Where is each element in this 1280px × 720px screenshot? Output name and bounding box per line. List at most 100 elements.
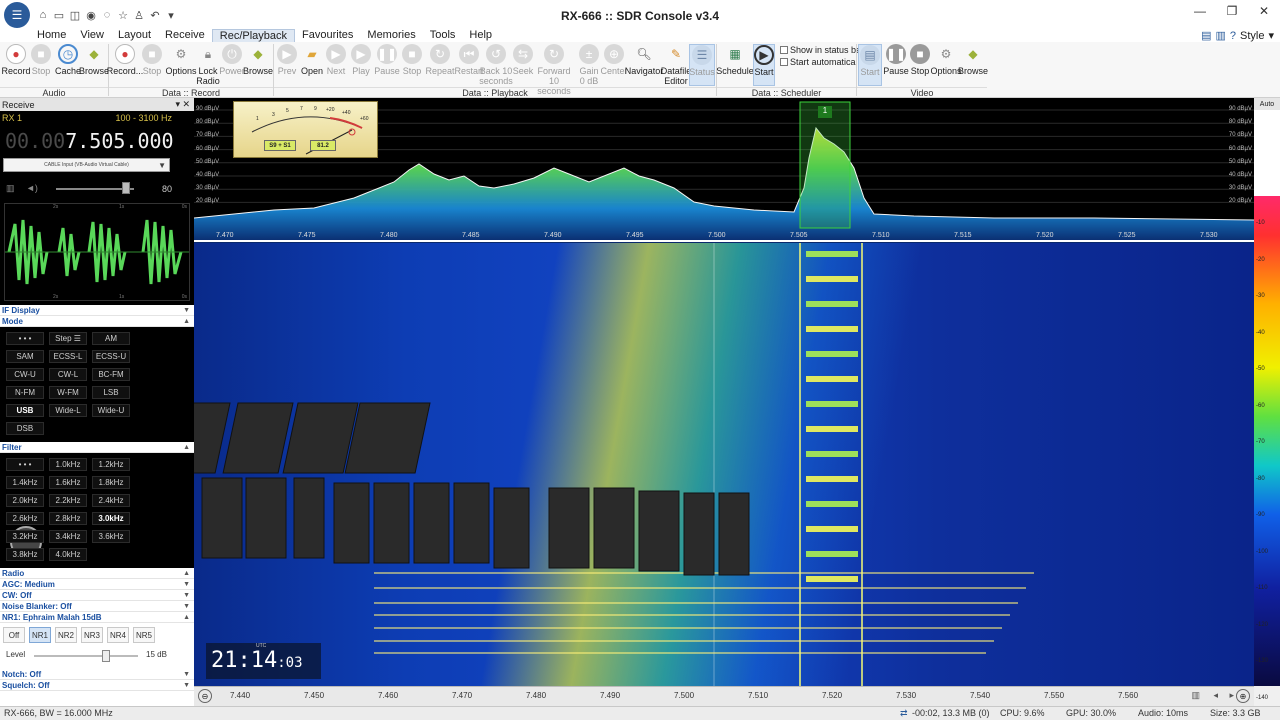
- help-icon[interactable]: ?: [1230, 30, 1236, 42]
- mode-button-wide-l[interactable]: Wide-L: [49, 404, 87, 417]
- stop-icon[interactable]: ◌: [100, 8, 114, 22]
- lock-radio-button[interactable]: 🔒︎ Lock Radio: [196, 44, 220, 86]
- noise-blanker-section[interactable]: Noise Blanker: Off ▼: [0, 601, 194, 612]
- menu-favourites[interactable]: Favourites: [295, 29, 360, 42]
- menu-rec-playback[interactable]: Rec/Playback: [211, 29, 296, 42]
- user-icon[interactable]: ♙: [132, 8, 146, 22]
- volume-thumb[interactable]: [122, 182, 130, 194]
- prev-button[interactable]: ▶ Prev: [276, 44, 298, 76]
- cache-button[interactable]: ◷ Cache: [54, 44, 82, 76]
- schedule-button[interactable]: ▦ Schedule: [716, 44, 754, 76]
- style-menu[interactable]: Style: [1240, 30, 1264, 42]
- browse-button[interactable]: ◆ Browse: [79, 44, 109, 76]
- menu-receive[interactable]: Receive: [158, 29, 212, 42]
- filter-button-3-2khz[interactable]: 3.2kHz: [6, 530, 44, 543]
- auto-button[interactable]: Auto: [1254, 98, 1280, 110]
- mode-button--[interactable]: • • •: [6, 332, 44, 345]
- folder-icon[interactable]: ◫: [68, 8, 82, 22]
- mode-button-bc-fm[interactable]: BC-FM: [92, 368, 130, 381]
- filter-button-1-0khz[interactable]: 1.0kHz: [49, 458, 87, 471]
- back-10-button[interactable]: ↺ Back 10 seconds: [479, 44, 513, 86]
- pause-button[interactable]: ❚❚ Pause: [374, 44, 400, 76]
- left-arrow-icon[interactable]: ◂: [1213, 690, 1218, 701]
- mode-button-am[interactable]: AM: [92, 332, 130, 345]
- mode-button-ecss-u[interactable]: ECSS-U: [92, 350, 130, 363]
- menu-view[interactable]: View: [73, 29, 111, 42]
- filter-button--[interactable]: • • •: [6, 458, 44, 471]
- nr-button-nr5[interactable]: NR5: [133, 627, 155, 643]
- agc-section[interactable]: AGC: Medium ▼: [0, 579, 194, 590]
- start-automatically-checkbox[interactable]: Start automatically: [780, 57, 864, 67]
- video-options-button[interactable]: ⚙ Options: [930, 44, 961, 76]
- filter-button-3-0khz[interactable]: 3.0kHz: [92, 512, 130, 525]
- app-logo-icon[interactable]: ☰: [4, 2, 30, 28]
- minimize-button[interactable]: —: [1184, 0, 1216, 22]
- layout-icon-2[interactable]: ▥: [1215, 29, 1225, 42]
- nr-button-nr2[interactable]: NR2: [55, 627, 77, 643]
- show-in-status-bar-checkbox[interactable]: Show in status bar: [780, 45, 864, 55]
- zoom-out-icon[interactable]: ⊖: [198, 689, 212, 703]
- mode-button-ecss-l[interactable]: ECSS-L: [49, 350, 87, 363]
- zoom-in-icon[interactable]: ⊕: [1236, 689, 1250, 703]
- nr-button-nr1[interactable]: NR1: [29, 627, 51, 643]
- nr-button-nr3[interactable]: NR3: [81, 627, 103, 643]
- mode-button-lsb[interactable]: LSB: [92, 386, 130, 399]
- center-button[interactable]: ⊕ Center: [601, 44, 628, 76]
- nr1-section[interactable]: NR1: Ephraim Malah 15dB ▲: [0, 612, 194, 623]
- bottom-frequency-axis[interactable]: ⊖ ▥ ◂ ▸ ⊕ 7.440 7.450 7.460 7.470 7.480 7.490…: [194, 686, 1254, 706]
- notch-section[interactable]: Notch: Off ▼: [0, 669, 194, 680]
- menu-memories[interactable]: Memories: [360, 29, 422, 42]
- close-button[interactable]: ✕: [1248, 0, 1280, 22]
- gain-button[interactable]: ± Gain 0 dB: [576, 44, 602, 86]
- open-button[interactable]: ▰ Open: [300, 44, 324, 76]
- stop-data-button[interactable]: ■ Stop: [140, 44, 164, 76]
- squelch-section[interactable]: Squelch: Off ▼: [0, 680, 194, 691]
- filter-button-1-4khz[interactable]: 1.4kHz: [6, 476, 44, 489]
- window-icon[interactable]: ▭: [52, 8, 66, 22]
- filter-button-1-8khz[interactable]: 1.8kHz: [92, 476, 130, 489]
- video-start-button[interactable]: ▤ Start: [858, 44, 882, 86]
- menu-tools[interactable]: Tools: [423, 29, 463, 42]
- radio-section[interactable]: Radio ▲: [0, 568, 194, 579]
- undo-icon[interactable]: ↶: [148, 8, 162, 22]
- repeat-button[interactable]: ↻ Repeat: [425, 44, 455, 76]
- restore-button[interactable]: ❐: [1216, 0, 1248, 22]
- filter-button-3-6khz[interactable]: 3.6kHz: [92, 530, 130, 543]
- filter-section[interactable]: Filter ▲: [0, 442, 194, 453]
- play-icon[interactable]: ◉: [84, 8, 98, 22]
- datafile-editor-button[interactable]: ✎ Datafile Editor: [661, 44, 692, 86]
- filter-button-2-8khz[interactable]: 2.8kHz: [49, 512, 87, 525]
- close-icon[interactable]: ▾ ✕: [175, 99, 190, 110]
- checkbox-box[interactable]: [780, 58, 788, 66]
- filter-button-2-0khz[interactable]: 2.0kHz: [6, 494, 44, 507]
- menu-layout[interactable]: Layout: [111, 29, 158, 42]
- chevron-down-icon[interactable]: ▾: [1268, 29, 1274, 42]
- menu-home[interactable]: Home: [30, 29, 73, 42]
- seek-button[interactable]: ⇆ Seek: [511, 44, 535, 76]
- level-thumb[interactable]: [102, 650, 110, 662]
- filter-button-4-0khz[interactable]: 4.0kHz: [49, 548, 87, 561]
- waterfall-display[interactable]: UTC 21:14:03: [194, 243, 1254, 686]
- star-icon[interactable]: ☆: [116, 8, 130, 22]
- record-button[interactable]: ● Record: [2, 44, 31, 76]
- mode-button-cw-u[interactable]: CW-U: [6, 368, 44, 381]
- right-arrow-icon[interactable]: ▸: [1229, 690, 1234, 701]
- play-button[interactable]: ▶ Play: [350, 44, 372, 76]
- filter-button-2-4khz[interactable]: 2.4kHz: [92, 494, 130, 507]
- spectrum-display[interactable]: 1 S9 + S1 81.2 1 3 5 7 9 +20 +40 +60 90 …: [194, 98, 1254, 243]
- mode-button-n-fm[interactable]: N-FM: [6, 386, 44, 399]
- options-button[interactable]: ⚙ Options: [165, 44, 196, 76]
- mode-button-w-fm[interactable]: W-FM: [49, 386, 87, 399]
- mode-button-wide-u[interactable]: Wide-U: [92, 404, 130, 417]
- band-icon[interactable]: ▥: [1191, 690, 1200, 701]
- chevron-down-icon[interactable]: ▾: [164, 8, 178, 22]
- next-button[interactable]: ▶ Next: [325, 44, 347, 76]
- record-data-button[interactable]: ● Record...: [107, 44, 143, 76]
- filter-button-3-4khz[interactable]: 3.4kHz: [49, 530, 87, 543]
- browse-data-button[interactable]: ◆ Browse: [243, 44, 273, 76]
- mode-section[interactable]: Mode ▲: [0, 316, 194, 327]
- stop-button[interactable]: ■ Stop: [30, 44, 52, 76]
- filter-button-2-2khz[interactable]: 2.2kHz: [49, 494, 87, 507]
- mute-icon[interactable]: ▥: [6, 183, 15, 194]
- marker-label[interactable]: 1: [818, 106, 832, 115]
